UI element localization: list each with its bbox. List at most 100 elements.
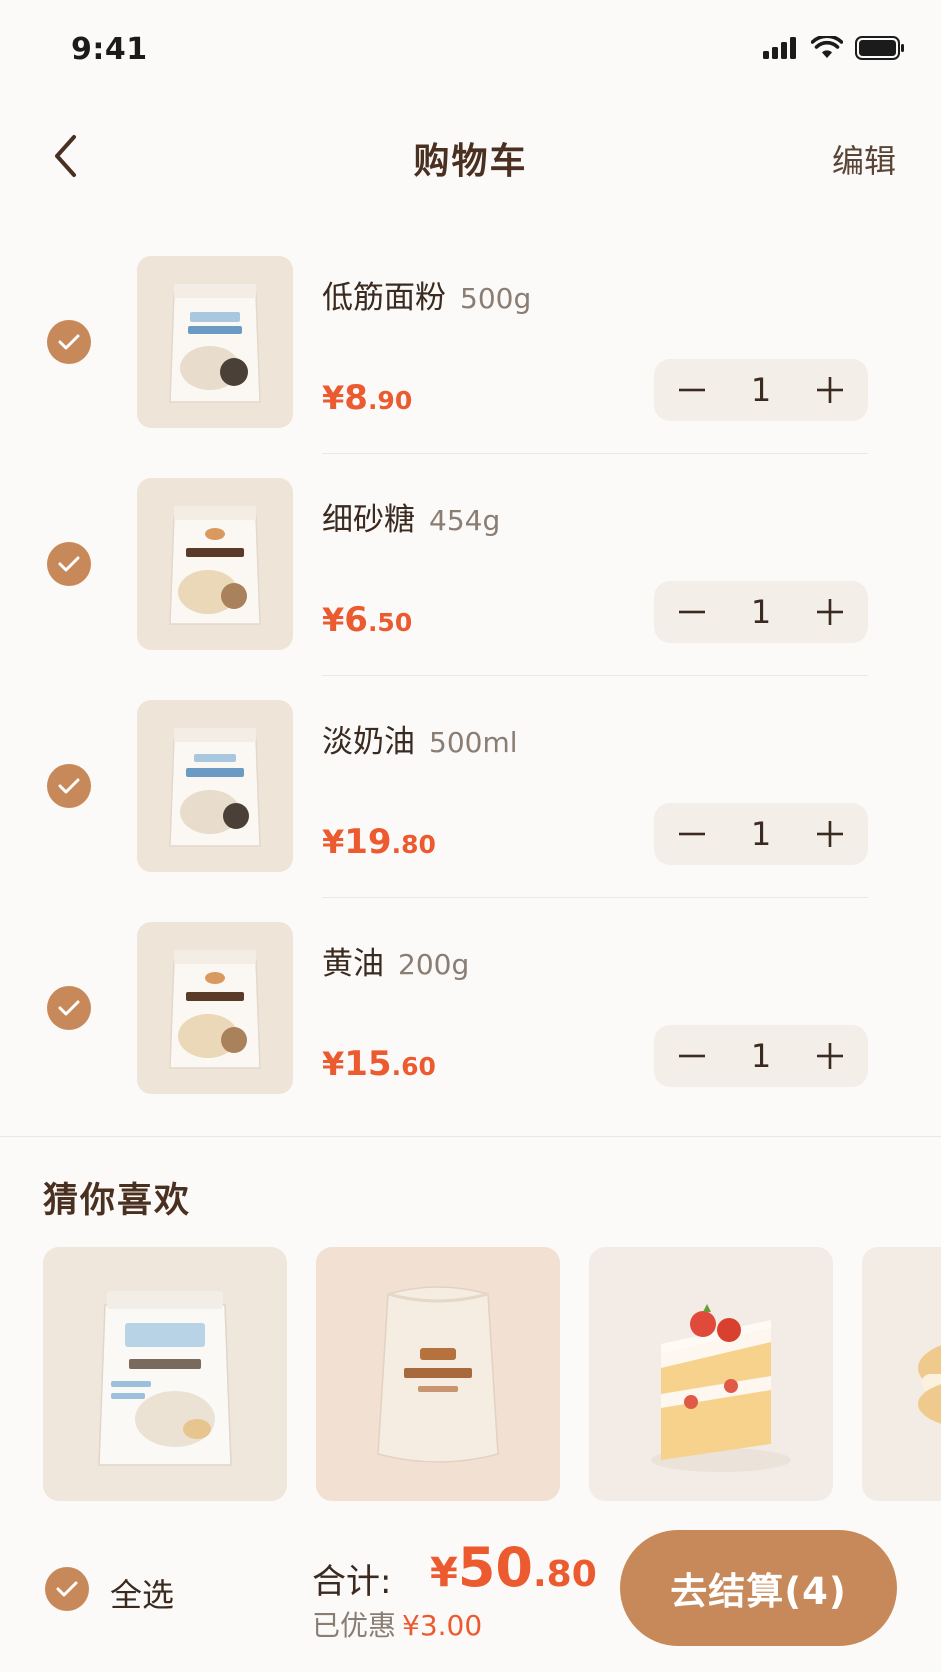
price-decimal: .60: [391, 1052, 436, 1081]
product-title: 低筋面粉: [322, 280, 446, 316]
select-all-checkbox[interactable]: [45, 1567, 89, 1611]
check-icon: [58, 334, 80, 350]
signal-icon: [763, 37, 796, 59]
section-divider: [0, 1136, 941, 1137]
select-all-label[interactable]: 全选: [110, 1570, 174, 1616]
product-name: 细砂糖 454g: [322, 494, 500, 539]
cart-item: 低筋面粉 500g ¥8.90 1: [0, 256, 941, 478]
quantity-value[interactable]: 1: [751, 815, 771, 853]
page-title: 购物车: [413, 141, 528, 182]
check-icon: [58, 778, 80, 794]
quantity-value[interactable]: 1: [751, 371, 771, 409]
total-label: 合计:: [312, 1562, 392, 1602]
quantity-value[interactable]: 1: [751, 593, 771, 631]
product-price: ¥19.80: [322, 822, 436, 862]
item-checkbox[interactable]: [47, 542, 91, 586]
item-checkbox[interactable]: [47, 320, 91, 364]
plus-icon: [816, 1043, 843, 1069]
discount-info: 已优惠 ¥3.00: [312, 1604, 482, 1644]
recommend-card[interactable]: [316, 1247, 560, 1501]
cart-item: 淡奶油 500ml ¥19.80 1: [0, 700, 941, 922]
item-checkbox[interactable]: [47, 764, 91, 808]
quantity-value[interactable]: 1: [751, 1037, 771, 1075]
checkout-bar: 全选 合计: ¥50.80 已优惠 ¥3.00 去结算(4): [0, 1516, 941, 1672]
product-price: ¥8.90: [322, 378, 412, 418]
product-title: 细砂糖: [322, 502, 415, 538]
wifi-icon: [811, 36, 843, 58]
quantity-stepper: 1: [654, 581, 868, 643]
product-thumbnail[interactable]: [137, 256, 293, 428]
cart-list: 低筋面粉 500g ¥8.90 1 细砂糖 454g ¥6.50 1 淡奶油 5…: [0, 256, 941, 1144]
product-spec: 454g: [429, 504, 501, 537]
item-divider: [322, 453, 868, 454]
total-currency: ¥: [430, 1550, 458, 1596]
item-divider: [322, 897, 868, 898]
price-integer: 6: [344, 600, 368, 640]
cake-slice-icon: [651, 1304, 791, 1472]
recommend-card[interactable]: [862, 1247, 941, 1501]
checkout-button[interactable]: 去结算(4): [620, 1530, 897, 1646]
check-icon: [56, 1581, 78, 1597]
item-divider: [322, 675, 868, 676]
product-price: ¥6.50: [322, 600, 412, 640]
increment-button[interactable]: [810, 1036, 850, 1076]
price-integer: 19: [344, 822, 392, 862]
plus-icon: [816, 821, 843, 847]
increment-button[interactable]: [810, 370, 850, 410]
macaron-icon: [918, 1345, 941, 1424]
status-icons: [763, 36, 905, 60]
recommend-carousel[interactable]: [43, 1247, 941, 1503]
cart-item: 黄油 200g ¥15.60 1: [0, 922, 941, 1144]
sugar-bag-icon: [169, 506, 261, 625]
decrement-button[interactable]: [672, 814, 712, 854]
price-decimal: .90: [367, 386, 413, 415]
discount-label: 已优惠: [312, 1609, 397, 1642]
product-thumbnail[interactable]: [137, 922, 293, 1094]
decrement-button[interactable]: [672, 1036, 712, 1076]
product-title: 淡奶油: [322, 724, 415, 760]
check-icon: [58, 1000, 80, 1016]
increment-button[interactable]: [810, 592, 850, 632]
price-currency: ¥: [322, 823, 345, 861]
total-integer: 50: [457, 1536, 533, 1599]
quantity-stepper: 1: [654, 1025, 868, 1087]
product-name: 低筋面粉 500g: [322, 272, 531, 317]
product-name: 黄油 200g: [322, 938, 469, 983]
quantity-stepper: 1: [654, 359, 868, 421]
product-price: ¥15.60: [322, 1044, 436, 1084]
status-bar: 9:41: [0, 0, 941, 100]
price-integer: 8: [344, 378, 368, 418]
product-title: 黄油: [322, 946, 384, 982]
recommend-card[interactable]: [43, 1247, 287, 1501]
milk-bag-icon: [98, 1291, 232, 1466]
product-spec: 200g: [398, 948, 470, 981]
product-thumbnail[interactable]: [137, 478, 293, 650]
product-name: 淡奶油 500ml: [322, 716, 518, 761]
product-thumbnail[interactable]: [137, 700, 293, 872]
decrement-button[interactable]: [672, 592, 712, 632]
cart-item: 细砂糖 454g ¥6.50 1: [0, 478, 941, 700]
price-decimal: .80: [391, 830, 436, 859]
increment-button[interactable]: [810, 814, 850, 854]
product-spec: 500g: [460, 282, 532, 315]
price-currency: ¥: [322, 601, 345, 639]
edit-button[interactable]: 编辑: [832, 136, 896, 182]
cream-bag-icon: [169, 728, 261, 847]
quantity-stepper: 1: [654, 803, 868, 865]
recommend-card[interactable]: [589, 1247, 833, 1501]
discount-value: ¥3.00: [402, 1609, 483, 1642]
flour-bag-icon: [169, 284, 261, 403]
item-checkbox[interactable]: [47, 986, 91, 1030]
decrement-button[interactable]: [672, 370, 712, 410]
total-decimal: .80: [533, 1554, 597, 1595]
total-price: ¥50.80: [430, 1536, 597, 1599]
minus-icon: [679, 388, 705, 392]
minus-icon: [679, 832, 705, 836]
price-integer: 15: [344, 1044, 392, 1084]
minus-icon: [679, 610, 705, 614]
plus-icon: [816, 377, 843, 403]
nav-header: 购物车 编辑: [0, 110, 941, 200]
price-currency: ¥: [322, 1045, 345, 1083]
butter-bag-icon: [169, 950, 261, 1069]
price-decimal: .50: [367, 608, 413, 637]
